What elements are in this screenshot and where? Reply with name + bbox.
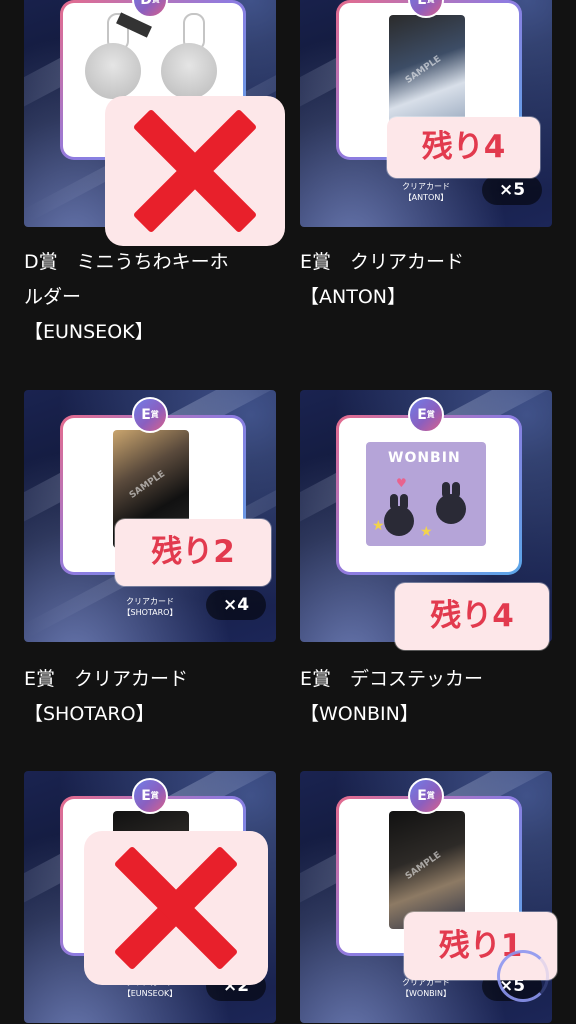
quantity-badge: ×5 (482, 175, 542, 205)
deco-sticker-image: WONBIN ♥ ★ ★ (366, 442, 486, 546)
sample-watermark: SAMPLE (403, 850, 444, 882)
remaining-stock-label: 残り4 (387, 117, 540, 178)
prize-title[interactable]: E賞 クリアカード 【SHOTARO】 (24, 662, 286, 732)
remaining-stock-label: 残り2 (115, 519, 271, 586)
prize-card-e-shotaro[interactable]: E賞 SAMPLE クリアカード 【SHOTARO】 ×4 (24, 390, 276, 642)
prize-rank-badge: E賞 (132, 778, 168, 814)
sample-watermark: SAMPLE (403, 54, 444, 86)
sold-out-overlay (105, 96, 285, 246)
prize-title[interactable]: D賞 ミニうちわキーホ ルダー 【EUNSEOK】 (24, 245, 286, 350)
bunny-sticker (436, 482, 466, 524)
heart-icon: ♥ (396, 476, 407, 490)
prize-rank-badge: E賞 (408, 778, 444, 814)
prize-title[interactable]: E賞 クリアカード 【ANTON】 (300, 245, 562, 315)
product-frame: WONBIN ♥ ★ ★ (336, 415, 522, 575)
sample-watermark: SAMPLE (127, 469, 168, 501)
mini-fan-keychain-image (85, 43, 141, 99)
prize-card-e-anton[interactable]: E賞 SAMPLE クリアカード 【ANTON】 ×5 (300, 0, 552, 227)
bunny-sticker (384, 494, 414, 536)
prize-title[interactable]: E賞 デコステッカー 【WONBIN】 (300, 662, 562, 732)
remaining-stock-label: 残り4 (395, 583, 549, 650)
star-icon: ★ (420, 524, 433, 540)
mini-fan-keychain-image (161, 43, 217, 99)
quantity-badge: ×4 (206, 590, 266, 620)
prize-rank-badge: E賞 (408, 397, 444, 433)
prize-rank-badge: E賞 (132, 397, 168, 433)
clear-card-photo: SAMPLE (389, 15, 465, 133)
star-icon: ★ (372, 518, 385, 534)
sold-out-overlay (84, 831, 268, 985)
sticker-title-text: WONBIN (388, 450, 461, 466)
loading-spinner-icon (497, 950, 549, 1002)
